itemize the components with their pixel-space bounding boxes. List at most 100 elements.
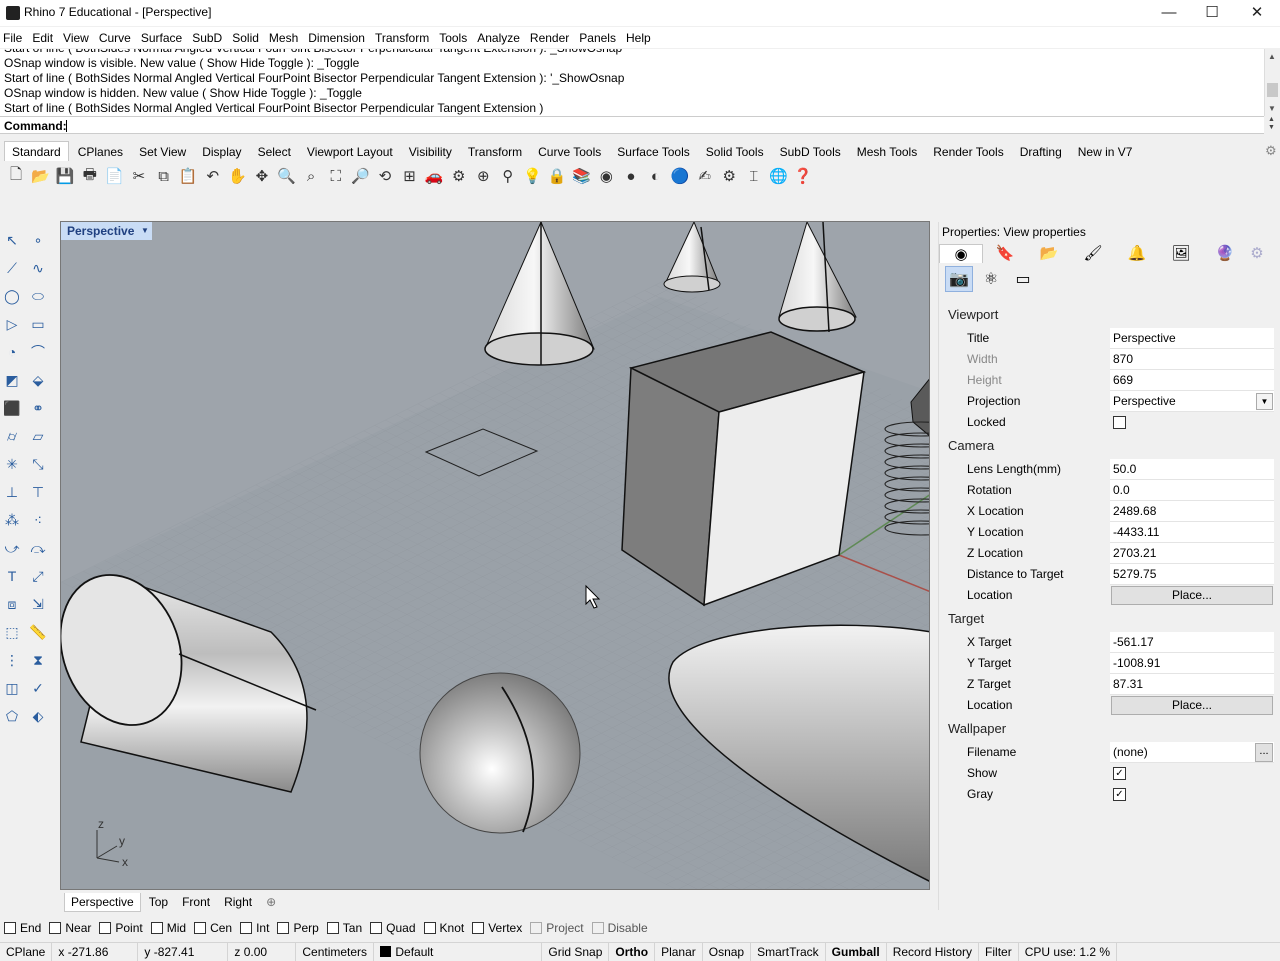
prop-locked-checkbox[interactable] <box>1113 416 1126 429</box>
osnap-int-checkbox[interactable] <box>240 922 253 934</box>
tab-mesh-tools[interactable]: Mesh Tools <box>850 142 924 161</box>
prop-xloc-field[interactable]: 2489.68 <box>1110 501 1274 522</box>
tab-standard[interactable]: Standard <box>4 141 69 161</box>
prop-filename-field[interactable]: (none) <box>1110 742 1274 763</box>
prop-ztarget-field[interactable]: 87.31 <box>1110 674 1274 695</box>
prop-ytarget-field[interactable]: -1008.91 <box>1110 653 1274 674</box>
status-filter-toggle[interactable]: Filter <box>979 942 1019 961</box>
cone-1[interactable] <box>484 222 595 366</box>
menu-surface[interactable]: Surface <box>141 31 188 45</box>
menu-view[interactable]: View <box>63 31 95 45</box>
surface-icon[interactable]: ◩ <box>0 368 24 392</box>
group-icon[interactable]: ⁂ <box>0 508 24 532</box>
osnap-point[interactable]: Point <box>99 921 143 935</box>
menu-curve[interactable]: Curve <box>99 31 137 45</box>
osnap-project-checkbox[interactable] <box>530 922 543 934</box>
ellipse-icon[interactable]: ⬭ <box>26 284 50 308</box>
status-layer[interactable]: Default <box>374 942 543 961</box>
transform-icon[interactable]: ✳ <box>0 452 24 476</box>
command-line[interactable]: Command: <box>0 116 1264 134</box>
menu-render[interactable]: Render <box>530 31 575 45</box>
box-icon[interactable]: ⬛ <box>0 396 24 420</box>
print-icon[interactable]: 🖶 <box>78 164 102 188</box>
status-planar-toggle[interactable]: Planar <box>655 942 703 961</box>
osnap-mid[interactable]: Mid <box>150 921 186 935</box>
polygon-icon[interactable]: ▷ <box>0 312 24 336</box>
render-sphere-icon[interactable]: ● <box>619 164 643 188</box>
join-icon[interactable]: ⊤ <box>26 480 50 504</box>
check-icon[interactable]: ✓ <box>26 676 50 700</box>
menu-mesh[interactable]: Mesh <box>269 31 304 45</box>
osnap-quad[interactable]: Quad <box>370 921 416 935</box>
osnap-point-checkbox[interactable] <box>99 922 112 934</box>
osnap-knot[interactable]: Knot <box>423 921 464 935</box>
prop-zloc-field[interactable]: 2703.21 <box>1110 543 1274 564</box>
point-icon[interactable]: ∘ <box>26 228 50 252</box>
rectangle-icon[interactable]: ▭ <box>26 312 50 336</box>
osnap-disable-checkbox[interactable] <box>591 922 604 934</box>
tab-drafting[interactable]: Drafting <box>1013 142 1069 161</box>
curve-icon[interactable]: ∿ <box>26 256 50 280</box>
command-spinner[interactable]: ▲ ▼ <box>1264 116 1280 134</box>
browse-button[interactable]: ... <box>1255 743 1273 762</box>
command-history-scrollbar[interactable]: ▲ ▼ <box>1264 49 1280 116</box>
menu-subd[interactable]: SubD <box>192 31 228 45</box>
tab-visibility[interactable]: Visibility <box>402 142 459 161</box>
osnap-disable[interactable]: Disable <box>591 921 648 935</box>
tab-set-view[interactable]: Set View <box>132 142 193 161</box>
viewport-tab-perspective[interactable]: Perspective <box>64 892 141 912</box>
select-arrow-icon[interactable]: ↖ <box>0 228 24 252</box>
prop-gray-checkbox[interactable]: ✓ <box>1113 788 1126 801</box>
material-icon[interactable]: 🔖 <box>983 244 1027 262</box>
osnap-near[interactable]: Near <box>49 921 91 935</box>
open-icon[interactable]: 📂 <box>29 164 53 188</box>
zoom-icon[interactable]: 🔍 <box>275 164 299 188</box>
car-icon[interactable]: 🚗 <box>422 164 446 188</box>
array-icon[interactable]: ⧈ <box>0 592 24 616</box>
extrude-icon[interactable]: ⬙ <box>26 368 50 392</box>
tab-new-in-v7[interactable]: New in V7 <box>1071 142 1140 161</box>
prop-lens-field[interactable]: 50.0 <box>1110 459 1274 480</box>
perspective-viewport[interactable]: z y x <box>60 221 930 890</box>
menu-dimension[interactable]: Dimension <box>308 31 371 45</box>
osnap-cen-checkbox[interactable] <box>194 922 207 934</box>
menu-help[interactable]: Help <box>626 31 657 45</box>
pointer-icon[interactable]: ✍ <box>693 164 717 188</box>
osnap-knot-checkbox[interactable] <box>423 922 436 934</box>
viewport-tab-front[interactable]: Front <box>176 893 216 911</box>
help-icon[interactable]: ❓ <box>791 164 815 188</box>
fillet-icon[interactable]: ⌒ <box>26 340 50 364</box>
shaded-sphere-icon[interactable]: ◐ <box>643 164 667 188</box>
cplane-icon[interactable]: ⊕ <box>471 164 495 188</box>
viewport-title[interactable]: Perspective <box>61 222 141 240</box>
text-icon[interactable]: T <box>0 564 24 588</box>
camera-icon[interactable]: 📷 <box>945 266 973 292</box>
import-icon[interactable]: 📄 <box>102 164 126 188</box>
grid-array-icon[interactable]: ⋮ <box>0 648 24 672</box>
osnap-perp[interactable]: Perp <box>277 921 319 935</box>
boolean-icon[interactable]: ⚭ <box>26 396 50 420</box>
paste-icon[interactable]: 📋 <box>176 164 200 188</box>
status-osnap-toggle[interactable]: Osnap <box>703 942 752 961</box>
copy-icon[interactable]: ⧉ <box>152 164 176 188</box>
status-cplane[interactable]: CPlane <box>0 942 53 961</box>
tab-viewport-layout[interactable]: Viewport Layout <box>300 142 400 161</box>
options-icon[interactable]: ⚙ <box>717 164 741 188</box>
polyline-icon[interactable]: ⟋ <box>0 256 24 280</box>
undo-icon[interactable]: ↶ <box>201 164 225 188</box>
prop-yloc-field[interactable]: -4433.11 <box>1110 522 1274 543</box>
osnap-project[interactable]: Project <box>530 921 584 935</box>
four-viewports-icon[interactable]: ⊞ <box>398 164 422 188</box>
menu-file[interactable]: File <box>3 31 28 45</box>
viewport-scene[interactable]: z y x <box>61 222 930 890</box>
arc-icon[interactable]: ◔ <box>0 340 24 364</box>
image-icon[interactable]: 🖼 <box>1159 244 1203 262</box>
osnap-quad-checkbox[interactable] <box>370 922 383 934</box>
spin-up-icon[interactable]: ▲ <box>1268 116 1275 123</box>
tab-surface-tools[interactable]: Surface Tools <box>610 142 697 161</box>
osnap-tan-checkbox[interactable] <box>326 922 339 934</box>
osnap-vertex[interactable]: Vertex <box>472 921 522 935</box>
scroll-down-icon[interactable]: ▼ <box>1268 104 1276 113</box>
bell-icon[interactable]: 🔔 <box>1115 244 1159 262</box>
status-grid-snap-toggle[interactable]: Grid Snap <box>542 942 610 961</box>
